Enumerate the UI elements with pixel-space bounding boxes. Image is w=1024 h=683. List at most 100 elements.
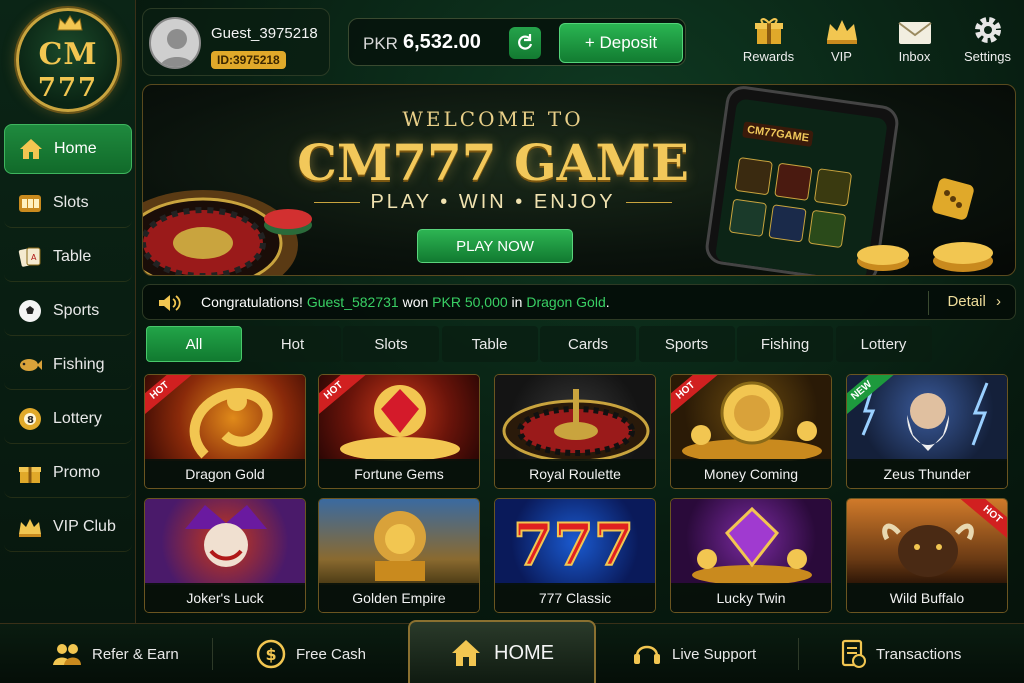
- avatar[interactable]: [149, 17, 201, 69]
- home-icon: [17, 135, 45, 163]
- sidebar-item-fishing[interactable]: Fishing: [4, 340, 132, 390]
- logo-text-cm: CM: [38, 37, 98, 72]
- sidebar-item-label: Table: [53, 247, 92, 265]
- vip-label: VIP: [831, 49, 852, 64]
- logo-text-777: 777: [37, 73, 99, 103]
- user-profile-card[interactable]: Guest_3975218 ID:3975218: [142, 8, 330, 76]
- game-card-jokers-luck[interactable]: Joker's Luck: [144, 498, 306, 613]
- game-name: Golden Empire: [319, 583, 479, 612]
- refresh-balance-button[interactable]: [509, 27, 541, 59]
- gift-icon: [732, 12, 805, 46]
- sidebar-item-label: Fishing: [53, 355, 105, 373]
- tab-lottery[interactable]: Lottery: [835, 326, 932, 362]
- game-card-lucky-twin[interactable]: Lucky Twin: [670, 498, 832, 613]
- rewards-button[interactable]: Rewards: [732, 12, 805, 74]
- tab-fishing[interactable]: Fishing: [737, 326, 833, 362]
- user-id-badge: ID:3975218: [211, 51, 286, 69]
- brand-logo[interactable]: CM 777: [16, 8, 120, 112]
- free-cash-label: Free Cash: [296, 645, 367, 663]
- sidebar-item-label: Slots: [53, 193, 89, 211]
- game-card-royal-roulette[interactable]: Royal Roulette: [494, 374, 656, 489]
- game-grid: HOT Dragon Gold HOT Fortune Gems Royal R…: [144, 374, 1010, 614]
- sidebar-item-label: Home: [54, 140, 97, 157]
- sidebar-item-lottery[interactable]: 8 Lottery: [4, 394, 132, 444]
- gold-coins-illustration: [857, 242, 993, 272]
- game-card-zeus-thunder[interactable]: NEW Zeus Thunder: [846, 374, 1008, 489]
- wallet-balance: PKR 6,532.00 + Deposit: [348, 18, 686, 66]
- chevron-right-icon: ›: [996, 293, 1001, 310]
- game-name: Money Coming: [671, 459, 831, 488]
- headset-icon: [632, 640, 662, 668]
- soccer-ball-icon: [16, 297, 44, 325]
- tab-slots[interactable]: Slots: [343, 326, 439, 362]
- balance-amount: 6,532.00: [403, 31, 481, 53]
- live-support-button[interactable]: Live Support: [632, 624, 756, 683]
- settings-label: Settings: [964, 49, 1011, 64]
- game-name: Wild Buffalo: [847, 583, 1007, 612]
- sidebar-item-label: Sports: [53, 301, 100, 319]
- game-name: Zeus Thunder: [847, 459, 1007, 488]
- dollar-coin-icon: $: [256, 639, 286, 669]
- home-icon: [450, 638, 482, 668]
- refer-earn-label: Refer & Earn: [92, 645, 179, 663]
- gear-icon: [951, 12, 1024, 46]
- receipt-icon: [840, 639, 866, 669]
- tab-sports[interactable]: Sports: [638, 326, 735, 362]
- game-thumbnail: [495, 375, 655, 463]
- svg-text:$: $: [266, 645, 277, 664]
- refer-earn-button[interactable]: Refer & Earn: [52, 624, 179, 683]
- svg-text:A: A: [31, 253, 37, 262]
- detail-label: Detail: [947, 293, 986, 310]
- speaker-icon: [159, 295, 181, 311]
- game-card-dragon-gold[interactable]: HOT Dragon Gold: [144, 374, 306, 489]
- currency-label: PKR: [363, 34, 398, 53]
- sidebar-item-label: Lottery: [53, 409, 102, 427]
- winner-ticker: Congratulations! Guest_582731 won PKR 50…: [142, 284, 1016, 320]
- game-card-wild-buffalo[interactable]: HOT Wild Buffalo: [846, 498, 1008, 613]
- header-actions: Rewards VIP Inbox Settings: [732, 12, 1024, 74]
- game-card-money-coming[interactable]: HOT Money Coming: [670, 374, 832, 489]
- tab-hot[interactable]: Hot: [244, 326, 341, 362]
- refresh-icon: [518, 34, 533, 50]
- game-name: Royal Roulette: [495, 459, 655, 488]
- game-card-777-classic[interactable]: 777 777 Classic: [494, 498, 656, 613]
- crown-icon: [16, 513, 44, 541]
- sidebar-item-vip-club[interactable]: VIP Club: [4, 502, 132, 552]
- sidebar-item-slots[interactable]: Slots: [4, 178, 132, 228]
- transactions-button[interactable]: Transactions: [840, 624, 961, 683]
- game-card-golden-empire[interactable]: Golden Empire: [318, 498, 480, 613]
- sidebar-item-label: VIP Club: [53, 517, 116, 535]
- svg-text:8: 8: [27, 415, 34, 426]
- game-name: Dragon Gold: [145, 459, 305, 488]
- app-root: CM 777 Home Slots A Table Sports Fishing…: [0, 0, 1024, 683]
- promo-banner[interactable]: WELCOME TO CM777 GAME PLAY • WIN • ENJOY…: [142, 84, 1016, 276]
- bottom-nav: Refer & Earn $ Free Cash HOME Live Suppo…: [0, 620, 1024, 683]
- game-thumbnail: [319, 499, 479, 585]
- tab-cards[interactable]: Cards: [540, 326, 636, 362]
- transactions-label: Transactions: [876, 645, 962, 663]
- cards-icon: A: [16, 243, 44, 271]
- home-tab-button[interactable]: HOME: [408, 620, 596, 683]
- game-card-fortune-gems[interactable]: HOT Fortune Gems: [318, 374, 480, 489]
- sidebar: CM 777 Home Slots A Table Sports Fishing…: [0, 0, 136, 623]
- free-cash-button[interactable]: $ Free Cash: [256, 624, 366, 683]
- sidebar-item-table[interactable]: A Table: [4, 232, 132, 282]
- gift-icon: [16, 459, 44, 487]
- tab-all[interactable]: All: [146, 326, 242, 362]
- inbox-button[interactable]: Inbox: [878, 12, 951, 74]
- deposit-button[interactable]: + Deposit: [559, 23, 683, 63]
- vip-button[interactable]: VIP: [805, 12, 878, 74]
- sidebar-item-sports[interactable]: Sports: [4, 286, 132, 336]
- play-now-button[interactable]: PLAY NOW: [417, 229, 573, 263]
- live-support-label: Live Support: [672, 645, 757, 663]
- settings-button[interactable]: Settings: [951, 12, 1024, 74]
- detail-link[interactable]: Detail ›: [947, 293, 1001, 310]
- sidebar-nav: Home Slots A Table Sports Fishing 8 Lott…: [4, 124, 132, 556]
- sidebar-item-home[interactable]: Home: [4, 124, 132, 174]
- sidebar-item-promo[interactable]: Promo: [4, 448, 132, 498]
- game-thumbnail: [671, 499, 831, 585]
- phone-logo: CM77GAME: [742, 121, 814, 147]
- tab-table[interactable]: Table: [441, 326, 538, 362]
- username: Guest_3975218: [211, 25, 318, 42]
- home-tab-label: HOME: [494, 641, 554, 664]
